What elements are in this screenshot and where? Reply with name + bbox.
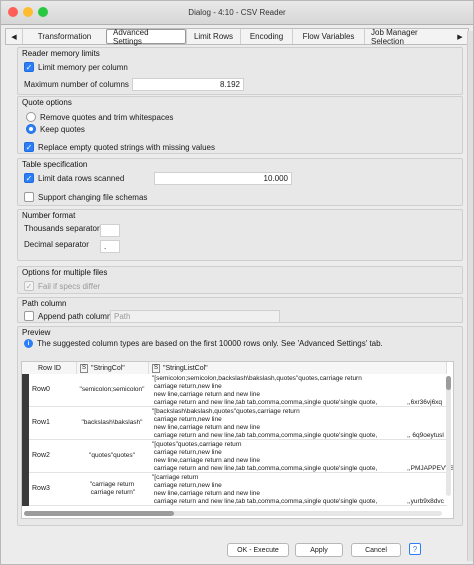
checkmark-icon: ✓ [24,142,34,152]
decimal-separator-label: Decimal separator [24,240,89,249]
quote-options-section: Quote options Remove quotes and trim whi… [17,96,463,154]
thousands-separator-label: Thousands separator [24,224,100,233]
table-row[interactable]: Row1 "backslash\bakslash" "[backslash\ba… [22,407,447,440]
section-title: Quote options [22,98,72,107]
table-row[interactable]: Row2 "quotes"quotes" "[quotes"quotes,car… [22,440,453,473]
tab-job-manager-selection[interactable]: Job Manager Selection [364,28,452,46]
row-id-cell: Row3 [32,485,50,492]
section-title: Table specification [22,160,88,169]
table-specification-section: Table specification ✓ Limit data rows sc… [17,158,463,206]
button-bar: OK - Execute Apply Cancel ? [1,541,473,563]
section-title: Number format [22,211,76,220]
path-column-name-input[interactable]: Path [110,310,280,323]
preview-info-message: i The suggested column types are based o… [24,339,383,348]
checkmark-icon: ✓ [24,173,34,183]
row-marker [22,440,29,473]
tab-flow-variables[interactable]: Flow Variables [292,29,364,44]
stringlistcol-tail: ,,6xr36vj6xq [407,399,443,406]
apply-button[interactable]: Apply [295,543,343,557]
max-columns-label: Maximum number of columns [24,80,129,89]
section-title: Preview [22,328,51,337]
tab-bar: ◀ Transformation Advanced Settings Limit… [5,28,469,46]
horizontal-scrollbar[interactable] [24,511,442,516]
section-title: Reader memory limits [22,49,100,58]
path-column-section: Path column Append path column Path [17,297,463,323]
row-id-cell: Row1 [32,419,50,426]
checkmark-icon: ✓ [24,281,34,291]
tab-scroll-right-icon[interactable]: ▶ [452,29,468,44]
multiple-files-section: Options for multiple files ✓ Fail if spe… [17,266,463,294]
thousands-separator-input[interactable] [100,224,120,237]
stringcol-cell: "semicolon;semicolon" [79,386,145,393]
string-type-icon: S [152,363,161,373]
help-icon[interactable]: ? [409,543,421,555]
window-title: Dialog - 4:10 - CSV Reader [188,8,286,17]
radio-icon [26,112,36,122]
stringlistcol-cell: "[semicolon;semicolon,backslash\bakslash… [152,375,378,406]
stringcol-cell: "quotes"quotes" [89,452,135,459]
table-row[interactable]: Row0 "semicolon;semicolon" "[semicolon;s… [22,374,447,407]
string-type-icon: S [80,363,89,373]
limit-rows-input[interactable]: 10.000 [154,172,292,185]
stringcol-cell: "carriage return carriage return" [89,481,136,496]
stringlistcol-cell: "[carriage return carriage return,new li… [152,474,378,505]
column-header-stringcol[interactable]: S "StringCol" [77,362,149,374]
remove-quotes-radio[interactable]: Remove quotes and trim whitespaces [26,112,173,122]
tab-transformation[interactable]: Transformation [22,29,106,44]
column-header-rowid[interactable]: Row ID [22,362,77,374]
replace-empty-quoted-checkbox[interactable]: ✓ Replace empty quoted strings with miss… [24,142,215,152]
keep-quotes-radio[interactable]: Keep quotes [26,124,85,134]
cancel-button[interactable]: Cancel [351,543,401,557]
stringlistcol-tail: ,, 6q9oeytusl [407,432,444,439]
table-row[interactable]: Row3 "carriage return carriage return" "… [22,473,447,506]
vertical-scrollbar[interactable] [446,376,451,496]
scroll-thumb[interactable] [24,511,174,516]
reader-memory-section: Reader memory limits ✓ Limit memory per … [17,47,463,95]
checkmark-icon: ✓ [24,62,34,72]
scroll-thumb[interactable] [446,376,451,390]
stringcol-cell: "backslash\bakslash" [81,419,143,426]
append-path-column-checkbox[interactable]: Append path column [24,311,111,321]
limit-memory-checkbox[interactable]: ✓ Limit memory per column [24,62,128,72]
window-edge [467,31,473,561]
stringlistcol-tail: ,,yurb9x8dvc [407,498,444,505]
tab-encoding[interactable]: Encoding [240,29,292,44]
checkbox-icon [24,311,34,321]
row-id-cell: Row2 [32,452,50,459]
row-marker [22,374,29,407]
info-icon: i [24,339,33,348]
ok-execute-button[interactable]: OK - Execute [227,543,289,557]
limit-rows-scanned-checkbox[interactable]: ✓ Limit data rows scanned [24,173,124,183]
tab-advanced-settings[interactable]: Advanced Settings [106,28,186,46]
preview-table[interactable]: Row ID S "StringCol" S "StringListCol" R… [21,361,454,519]
stringlistcol-cell: "[backslash\bakslash,quotes"quotes,carri… [152,408,378,439]
column-header-stringlistcol[interactable]: S "StringListCol" [149,362,447,374]
support-changing-schemas-checkbox[interactable]: Support changing file schemas [24,192,147,202]
row-marker [22,473,29,506]
tab-limit-rows[interactable]: Limit Rows [186,29,240,44]
decimal-separator-input[interactable]: . [100,240,120,253]
fail-if-specs-differ-checkbox[interactable]: ✓ Fail if specs differ [24,281,100,291]
tab-scroll-left-icon[interactable]: ◀ [6,29,22,44]
max-columns-input[interactable]: 8.192 [132,78,244,91]
title-bar: Dialog - 4:10 - CSV Reader [1,1,473,25]
checkbox-icon [24,192,34,202]
number-format-section: Number format Thousands separator Decima… [17,209,463,261]
stringlistcol-cell: "[quotes"quotes,carriage return carriage… [152,441,378,472]
row-id-cell: Row0 [32,386,50,393]
section-title: Options for multiple files [22,268,108,277]
row-marker [22,407,29,440]
radio-selected-icon [26,124,36,134]
csv-reader-dialog: Dialog - 4:10 - CSV Reader ◀ Transformat… [0,0,474,565]
section-title: Path column [22,299,67,308]
